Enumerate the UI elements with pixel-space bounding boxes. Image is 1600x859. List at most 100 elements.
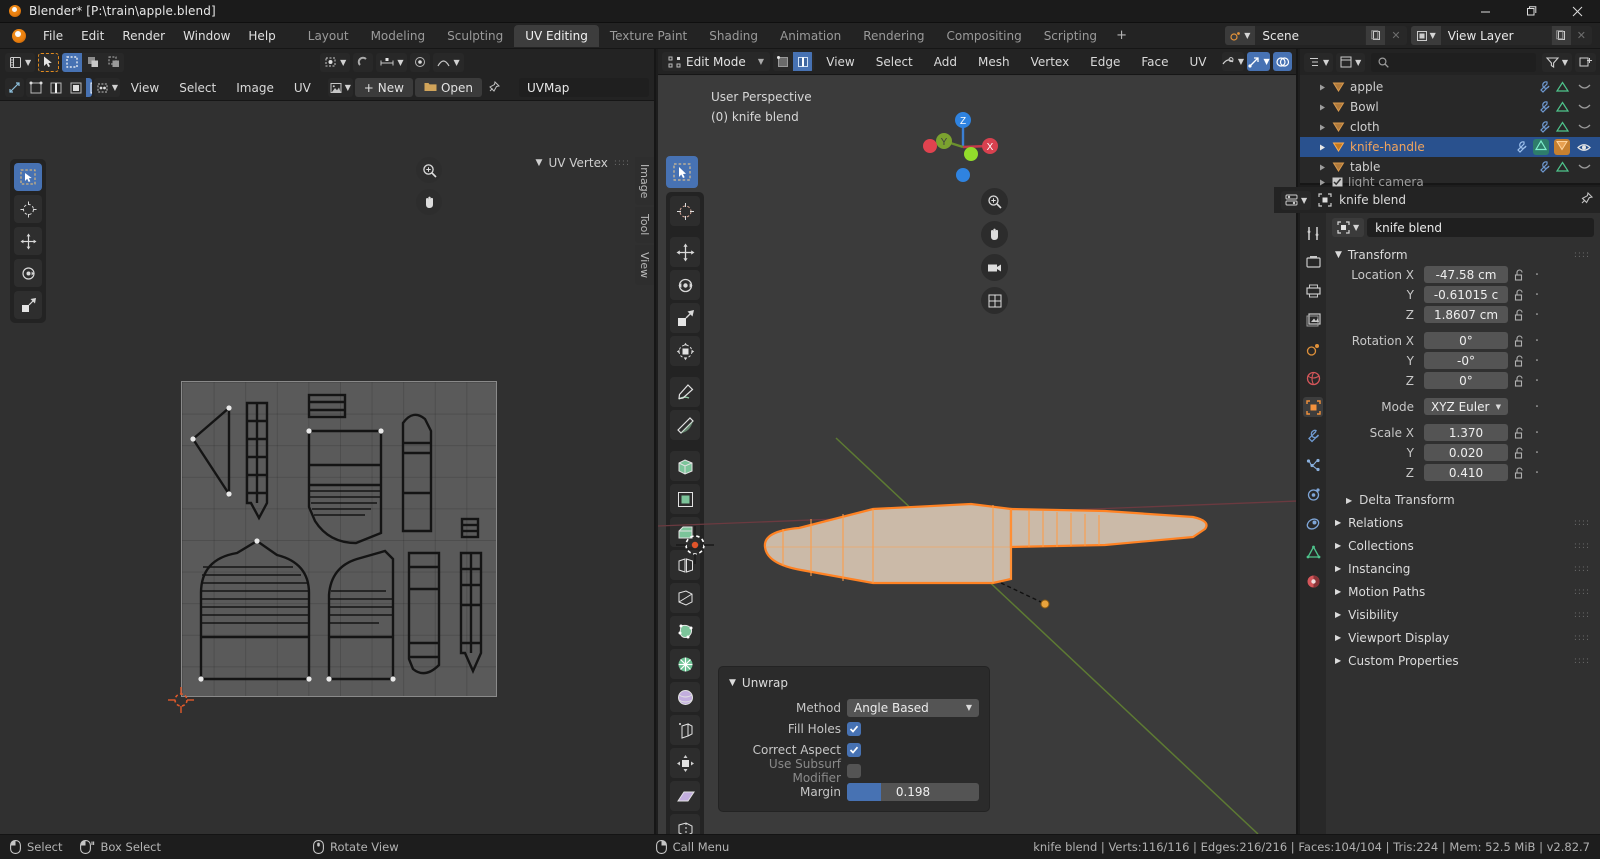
uv-select-extend-icon[interactable] — [83, 52, 104, 72]
hide-eye-icon[interactable] — [1578, 123, 1591, 131]
section-collections[interactable]: ▶ Collections :::: — [1332, 534, 1594, 557]
lock-icon[interactable] — [1512, 354, 1526, 367]
vp-menu-add[interactable]: Add — [925, 53, 966, 71]
unwrap-panel-header[interactable]: ▼ Unwrap — [719, 672, 989, 697]
uv-snap-magnet-icon[interactable] — [353, 52, 374, 72]
navigation-gizmo[interactable]: Z Y X — [920, 104, 1006, 190]
uv-side-tab-image[interactable]: Image — [635, 157, 654, 206]
edge-select-mode-icon[interactable] — [793, 52, 812, 71]
unwrap-subsurf-checkbox[interactable] — [847, 763, 861, 778]
location-z-field[interactable]: 1.8607 cm — [1424, 306, 1508, 323]
uv-menu-select[interactable]: Select — [170, 79, 225, 97]
mesh-triangle-icon[interactable] — [1555, 121, 1570, 133]
lock-icon[interactable] — [1512, 334, 1526, 347]
editor-mode-dropdown[interactable]: Edit Mode ▼ — [662, 52, 770, 71]
hide-eye-icon[interactable] — [1578, 163, 1591, 171]
outliner-row-light-camera[interactable]: light camera — [1300, 177, 1600, 187]
mesh-triangle-icon[interactable] — [1555, 81, 1570, 93]
unwrap-margin-slider[interactable]: 0.198 — [847, 782, 979, 801]
add-workspace-button[interactable]: + — [1108, 25, 1135, 46]
scene-selector[interactable]: ▼ Scene ✕ — [1225, 26, 1407, 45]
transform-panel-header[interactable]: ▼ Transform :::: — [1332, 244, 1594, 265]
unwrap-fillholes-checkbox[interactable] — [847, 721, 861, 736]
section-visibility[interactable]: ▶ Visibility :::: — [1332, 603, 1594, 626]
open-image-button[interactable]: Open — [414, 78, 482, 97]
uv-sync-selection-icon[interactable] — [5, 78, 24, 97]
viewport-canvas[interactable]: User Perspective (0) knife blend Z Y X ▼… — [658, 76, 1296, 834]
vp-menu-view[interactable]: View — [817, 53, 863, 71]
location-x-field[interactable]: -47.58 cm — [1424, 266, 1508, 283]
visible-eye-icon[interactable] — [1577, 142, 1591, 153]
menu-window[interactable]: Window — [174, 26, 239, 46]
object-id-icon[interactable]: ▼ — [1332, 218, 1365, 237]
uv-proportional-edit-icon[interactable] — [410, 52, 431, 72]
uv-tool-move-icon[interactable] — [14, 227, 42, 255]
uv-snap-target-icon[interactable]: ▼ — [376, 52, 408, 72]
hide-eye-icon[interactable] — [1578, 103, 1591, 111]
uv-falloff-icon[interactable]: ▼ — [433, 52, 464, 72]
animate-dot-icon[interactable]: · — [1530, 426, 1544, 440]
animate-dot-icon[interactable]: · — [1530, 354, 1544, 368]
vp-menu-face[interactable]: Face — [1132, 53, 1177, 71]
animate-dot-icon[interactable]: · — [1530, 400, 1544, 414]
uv-tool-cursor-icon[interactable] — [14, 195, 42, 223]
overlays-toggle-icon[interactable] — [1272, 52, 1292, 71]
expand-arrow-icon[interactable] — [1318, 123, 1327, 132]
tab-tool-icon[interactable] — [1303, 223, 1323, 243]
tab-constraints-icon[interactable] — [1303, 513, 1323, 533]
vp-menu-edge[interactable]: Edge — [1081, 53, 1129, 71]
rotation-y-field[interactable]: -0° — [1424, 352, 1508, 369]
tab-layout[interactable]: Layout — [297, 25, 360, 47]
menu-help[interactable]: Help — [239, 26, 284, 46]
lock-icon[interactable] — [1512, 466, 1526, 479]
uv-tool-tweak-icon[interactable] — [14, 163, 42, 191]
section-custom-properties[interactable]: ▶ Custom Properties :::: — [1332, 649, 1594, 672]
tab-modifiers-icon[interactable] — [1303, 426, 1323, 446]
animate-dot-icon[interactable]: · — [1530, 308, 1544, 322]
animate-dot-icon[interactable]: · — [1530, 446, 1544, 460]
menu-render[interactable]: Render — [113, 26, 174, 46]
unwrap-method-dropdown[interactable]: Angle Based ▼ — [847, 698, 979, 717]
section-viewport-display[interactable]: ▶ Viewport Display :::: — [1332, 626, 1594, 649]
expand-arrow-icon[interactable] — [1318, 83, 1327, 92]
lock-icon[interactable] — [1512, 446, 1526, 459]
zoom-view-icon[interactable] — [981, 188, 1008, 215]
uv-tool-scale-icon[interactable] — [14, 291, 42, 319]
outliner-display-mode-icon[interactable]: ▼ — [1336, 52, 1366, 72]
lock-icon[interactable] — [1512, 268, 1526, 281]
close-icon[interactable] — [1554, 0, 1600, 23]
animate-dot-icon[interactable]: · — [1530, 334, 1544, 348]
uv-edge-select-icon[interactable] — [46, 78, 65, 97]
uv-pivot-point-icon[interactable]: ▼ — [320, 52, 351, 72]
lock-icon[interactable] — [1512, 308, 1526, 321]
outliner-editor-type-icon[interactable]: ▼ — [1304, 52, 1334, 72]
tab-view-layer-icon[interactable] — [1303, 310, 1323, 330]
outliner-search-input[interactable] — [1371, 52, 1536, 72]
tab-animation[interactable]: Animation — [769, 25, 852, 47]
tab-sculpting[interactable]: Sculpting — [436, 25, 514, 47]
maximize-icon[interactable] — [1508, 0, 1554, 23]
expand-arrow-icon[interactable] — [1318, 163, 1327, 172]
scale-x-field[interactable]: 1.370 — [1424, 424, 1508, 441]
outliner-row-apple[interactable]: apple — [1300, 77, 1600, 97]
expand-arrow-icon[interactable] — [1318, 178, 1327, 187]
tab-render-icon[interactable] — [1303, 252, 1323, 272]
uv-island-select-icon[interactable] — [86, 78, 93, 97]
object-data-badge[interactable] — [1554, 139, 1570, 155]
properties-editor-type-icon[interactable]: ▼ — [1281, 190, 1312, 210]
menu-file[interactable]: File — [34, 26, 72, 46]
uv-menu-uv[interactable]: UV — [285, 79, 320, 97]
lock-icon[interactable] — [1512, 426, 1526, 439]
vp-menu-mesh[interactable]: Mesh — [969, 53, 1019, 71]
remove-scene-icon[interactable]: ✕ — [1385, 29, 1406, 42]
lock-icon[interactable] — [1512, 374, 1526, 387]
tab-particles-icon[interactable] — [1303, 455, 1323, 475]
uv-side-tab-tool[interactable]: Tool — [635, 207, 654, 243]
uv-canvas[interactable]: ▼ UV Vertex :::: Image Tool View — [0, 101, 654, 834]
knife-mesh[interactable] — [753, 471, 1223, 609]
rotation-z-field[interactable]: 0° — [1424, 372, 1508, 389]
uvmap-name-field[interactable]: UVMap — [519, 78, 649, 97]
editor-type-icon[interactable]: ▼ — [5, 52, 36, 72]
gizmo-toggle-icon[interactable]: ▼ — [1247, 52, 1270, 71]
vp-menu-uv[interactable]: UV — [1181, 53, 1216, 71]
